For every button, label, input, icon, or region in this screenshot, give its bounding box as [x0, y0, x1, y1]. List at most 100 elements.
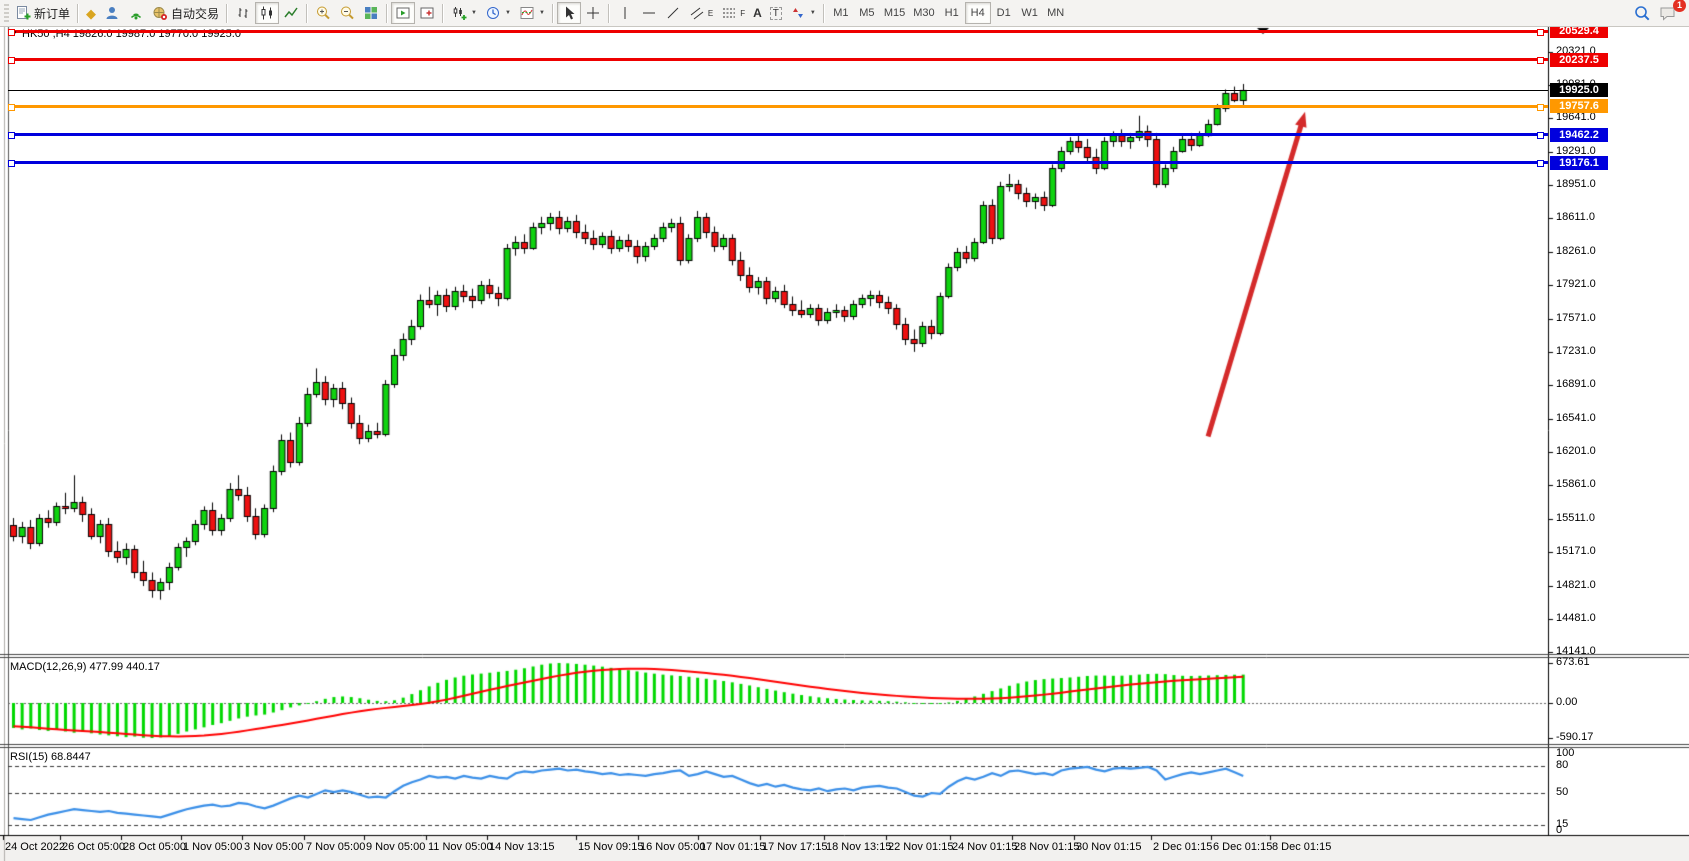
candlestick-type-button[interactable] — [255, 2, 279, 24]
new-order-icon — [15, 5, 31, 21]
horizontal-line[interactable] — [8, 58, 1548, 61]
price-tick-label: 15511.0 — [1556, 512, 1595, 524]
notification-badge: 1 — [1673, 0, 1686, 12]
rsi-tick-label: 50 — [1556, 786, 1568, 798]
macd-label: MACD(12,26,9) 477.99 440.17 — [10, 661, 160, 673]
line-handle[interactable] — [8, 132, 15, 139]
arrows-icon — [790, 5, 806, 21]
crosshair-button[interactable] — [581, 2, 605, 24]
timeframe-m30[interactable]: M30 — [909, 2, 938, 24]
horizontal-line-tool[interactable] — [637, 2, 661, 24]
vertical-line-icon — [617, 5, 633, 21]
price-tick-label: 14821.0 — [1556, 579, 1596, 591]
chart-shift-icon — [419, 5, 435, 21]
date-tick-label: 24 Oct 2022 — [5, 841, 65, 853]
line-handle[interactable] — [1537, 104, 1544, 111]
auto-trading-label: 自动交易 — [171, 5, 219, 22]
timeframe-m1[interactable]: M1 — [828, 2, 854, 24]
periods-button[interactable]: ▼ — [481, 2, 515, 24]
bar-chart-type-button[interactable] — [231, 2, 255, 24]
horizontal-line[interactable] — [8, 30, 1548, 33]
toolbar-separator — [306, 4, 308, 23]
auto-trading-button[interactable]: 自动交易 — [148, 2, 223, 24]
date-tick-label: 18 Nov 13:15 — [826, 841, 891, 853]
zoom-out-button[interactable] — [335, 2, 359, 24]
line-handle[interactable] — [8, 29, 15, 36]
timeframe-w1[interactable]: W1 — [1017, 2, 1043, 24]
toolbar-separator — [442, 4, 444, 23]
toolbar-separator — [552, 4, 554, 23]
date-tick-label: 1 Nov 05:00 — [183, 841, 242, 853]
label-tool[interactable]: T — [766, 2, 786, 24]
timeframe-mn[interactable]: MN — [1043, 2, 1069, 24]
trendline-tool[interactable] — [661, 2, 685, 24]
toolbar-separator — [77, 4, 79, 23]
horizontal-line[interactable] — [8, 133, 1548, 136]
horizontal-line[interactable] — [8, 105, 1548, 108]
signals-button[interactable] — [124, 2, 148, 24]
timeframe-h4[interactable]: H4 — [965, 2, 991, 24]
line-handle[interactable] — [1537, 29, 1544, 36]
community-button[interactable] — [100, 2, 124, 24]
text-tool[interactable]: A — [749, 2, 766, 24]
cursor-button[interactable] — [557, 2, 581, 24]
price-tick-label: 14481.0 — [1556, 612, 1596, 624]
chart-shift-button[interactable] — [415, 2, 439, 24]
macd-tick-label: 0.00 — [1556, 696, 1577, 708]
notifications-button[interactable]: 1 — [1655, 2, 1681, 24]
line-chart-type-button[interactable] — [279, 2, 303, 24]
date-tick-label: 9 Nov 05:00 — [366, 841, 425, 853]
date-tick-label: 2 Dec 01:15 — [1153, 841, 1212, 853]
indicators-button[interactable]: ▼ — [515, 2, 549, 24]
line-handle[interactable] — [8, 57, 15, 64]
search-button[interactable] — [1629, 2, 1655, 24]
channel-e-label: E — [708, 8, 713, 19]
chart-canvas[interactable] — [0, 0, 1689, 861]
zoom-out-icon — [339, 5, 355, 21]
clock-icon — [485, 5, 501, 21]
auto-scroll-button[interactable] — [391, 2, 415, 24]
crosshair-icon — [585, 5, 601, 21]
vertical-line-tool[interactable] — [613, 2, 637, 24]
auto-scroll-icon — [395, 5, 411, 21]
date-tick-label: 16 Nov 05:00 — [640, 841, 705, 853]
timeframe-m15[interactable]: M15 — [880, 2, 909, 24]
line-chart-icon — [283, 5, 299, 21]
tile-windows-button[interactable] — [359, 2, 383, 24]
search-icon — [1633, 4, 1651, 22]
line-handle[interactable] — [1537, 160, 1544, 167]
zoom-in-icon — [315, 5, 331, 21]
line-handle[interactable] — [1537, 132, 1544, 139]
timeframe-m5[interactable]: M5 — [854, 2, 880, 24]
date-tick-label: 15 Nov 09:15 — [578, 841, 643, 853]
timeframe-d1[interactable]: D1 — [991, 2, 1017, 24]
toolbar: 新订单 ◆ 自动交易 ▼ ▼ — [0, 0, 1689, 27]
price-tick-label: 16891.0 — [1556, 378, 1596, 390]
gold-gem-icon: ◆ — [86, 7, 96, 20]
channel-tool[interactable]: E — [685, 2, 717, 24]
date-tick-label: 17 Nov 17:15 — [762, 841, 827, 853]
price-flag: 19176.1 — [1550, 156, 1608, 170]
market-button[interactable]: ◆ — [82, 2, 100, 24]
caret-icon: ▼ — [471, 10, 477, 16]
price-tick-label: 15861.0 — [1556, 478, 1596, 490]
date-tick-label: 3 Nov 05:00 — [244, 841, 303, 853]
current-price-flag: 19925.0 — [1550, 83, 1608, 97]
signal-icon — [128, 5, 144, 21]
horizontal-line-icon — [641, 5, 657, 21]
fibonacci-tool[interactable]: F — [717, 2, 749, 24]
timeframe-h1[interactable]: H1 — [939, 2, 965, 24]
date-tick-label: 26 Oct 05:00 — [62, 841, 125, 853]
line-handle[interactable] — [1537, 57, 1544, 64]
line-handle[interactable] — [8, 160, 15, 167]
new-order-button[interactable]: 新订单 — [11, 2, 74, 24]
rsi-tick-label: 0 — [1556, 824, 1562, 836]
person-icon — [104, 5, 120, 21]
zoom-in-button[interactable] — [311, 2, 335, 24]
horizontal-line[interactable] — [8, 161, 1548, 164]
arrows-tool[interactable]: ▼ — [786, 2, 820, 24]
toolbar-separator — [608, 4, 610, 23]
new-chart-button[interactable]: ▼ — [447, 2, 481, 24]
candlestick-icon — [259, 5, 275, 21]
line-handle[interactable] — [8, 104, 15, 111]
